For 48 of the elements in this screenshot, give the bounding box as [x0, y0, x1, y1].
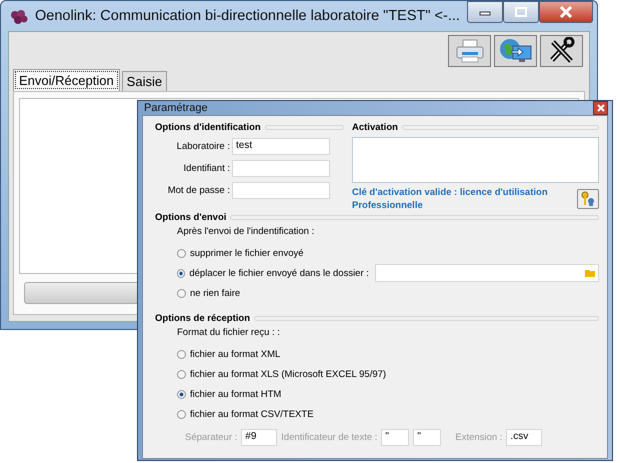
option-label: déplacer le fichier envoyé dans le dossier :: [189, 268, 369, 278]
field-label: Mot de passe :: [166, 185, 230, 196]
close-icon: [596, 104, 604, 112]
key-button[interactable]: [577, 189, 599, 209]
field-label: Identifiant :: [182, 163, 230, 174]
prompt-label: Format du fichier reçu : :: [177, 327, 281, 340]
radio-button[interactable]: [177, 350, 186, 358]
group-heading: Options de réception: [155, 313, 250, 324]
activation-key-field[interactable]: [352, 137, 599, 183]
folder-path-field[interactable]: [374, 264, 599, 282]
dialog-title: Paramétrage: [144, 102, 208, 114]
radio-button[interactable]: [177, 288, 186, 298]
close-button[interactable]: [593, 101, 608, 115]
radio-button[interactable]: [177, 248, 186, 258]
tools-button[interactable]: [540, 35, 583, 67]
group-heading: Activation: [352, 122, 398, 133]
option-label: fichier au format CSV/TEXTE: [190, 408, 314, 420]
radio-button[interactable]: [177, 268, 186, 278]
activation-status: Clé d'activation valide : licence d'utilisation Professionnelle: [352, 186, 549, 212]
input-field[interactable]: test: [232, 138, 330, 155]
field-label: Laboratoire :: [176, 141, 230, 152]
prompt-label: Après l'envoi de l'indentification :: [177, 226, 316, 239]
tab[interactable]: Envoi/Réception: [13, 69, 120, 91]
option-label: fichier au format XLS (Microsoft EXCEL 95/97): [190, 368, 386, 380]
minimize-button[interactable]: [467, 1, 503, 23]
maximize-icon: [515, 7, 527, 17]
option-label: fichier au format XML: [190, 348, 280, 360]
group-heading: Options d'identification: [155, 122, 261, 133]
option-label: ne rien faire: [190, 288, 240, 298]
option-label: fichier au format HTM: [190, 388, 282, 400]
radio-button[interactable]: [177, 370, 186, 378]
input-field[interactable]: [232, 160, 330, 177]
tab[interactable]: Saisie: [122, 71, 168, 91]
close-button[interactable]: [539, 1, 593, 23]
radio-button[interactable]: [177, 410, 186, 418]
globe-monitor-button[interactable]: [494, 35, 537, 67]
printer-button[interactable]: [448, 35, 491, 67]
field-label: Séparateur :: [185, 432, 238, 443]
input-field[interactable]: [232, 182, 330, 199]
grapes-icon: [9, 7, 29, 25]
window-title: Oenolink: Communication bi-directionnelle laboratoire "TEST" <-...: [35, 8, 461, 24]
radio-button[interactable]: [177, 390, 186, 398]
group-heading: Options d'envoi: [155, 212, 226, 223]
option-label: supprimer le fichier envoyé: [190, 248, 304, 258]
maximize-button[interactable]: [503, 1, 539, 23]
field-label: Extension :: [455, 432, 502, 443]
close-icon: [559, 6, 573, 18]
field-label: Identificateur de texte :: [281, 432, 378, 443]
